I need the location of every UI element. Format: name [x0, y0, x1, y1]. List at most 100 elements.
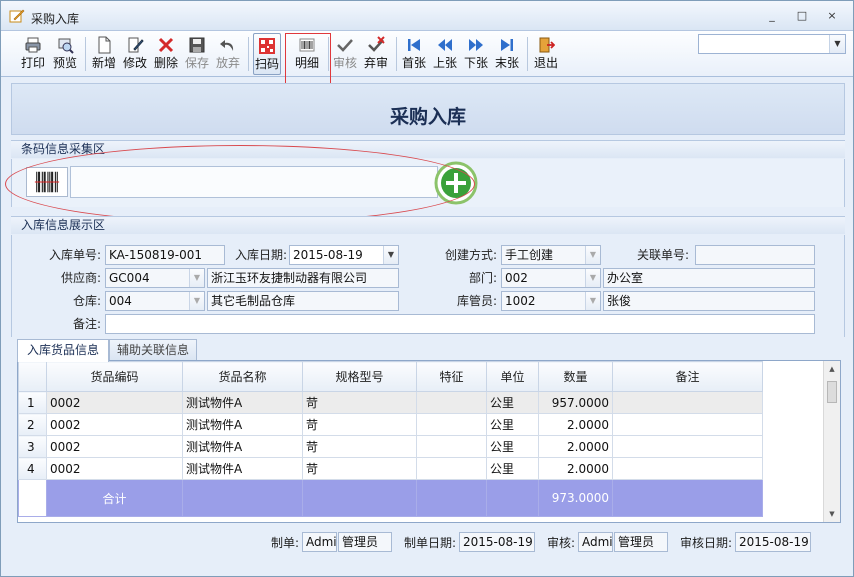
prev-record-button[interactable]: 上张	[431, 33, 459, 75]
cell-unit[interactable]: 公里	[486, 435, 539, 458]
order-no-field[interactable]: KA-150819-001	[105, 245, 225, 265]
discard-button[interactable]: 放弃	[214, 33, 242, 75]
discard-label: 放弃	[215, 56, 240, 70]
cell-code[interactable]: 0002	[46, 391, 183, 414]
preview-button[interactable]: 预览	[51, 33, 79, 75]
cell-name[interactable]: 测试物件A	[182, 435, 303, 458]
cell-qty[interactable]: 2.0000	[538, 413, 613, 436]
auditor-code-field[interactable]: Admi	[578, 532, 613, 552]
cell-feature[interactable]	[416, 435, 487, 458]
maximize-button[interactable]: □	[793, 9, 811, 23]
first-icon	[408, 39, 420, 51]
warehouse-name-field[interactable]: 其它毛制品仓库	[207, 291, 399, 311]
supplier-code-field[interactable]: GC004 ▼	[105, 268, 205, 288]
column-header[interactable]: 货品编码	[46, 361, 183, 392]
minimize-button[interactable]: _	[763, 9, 781, 23]
warehouse-code-field[interactable]: 004 ▼	[105, 291, 205, 311]
table-row[interactable]: 3 0002 测试物件A 苛 公里 2.0000	[18, 435, 763, 458]
make-date-field[interactable]: 2015-08-19	[459, 532, 535, 552]
cell-feature[interactable]	[416, 391, 487, 414]
next-icon	[469, 39, 483, 51]
create-mode-label: 创建方式:	[444, 248, 497, 262]
scroll-up-icon[interactable]: ▲	[824, 361, 840, 377]
cell-qty[interactable]: 2.0000	[538, 435, 613, 458]
cell-remark[interactable]	[612, 391, 763, 414]
cell-name[interactable]: 测试物件A	[182, 413, 303, 436]
chevron-down-icon[interactable]: ▼	[383, 246, 398, 264]
cell-code[interactable]: 0002	[46, 413, 183, 436]
close-button[interactable]: ×	[823, 9, 841, 23]
audit-date-field[interactable]: 2015-08-19	[735, 532, 811, 552]
cell-qty[interactable]: 2.0000	[538, 457, 613, 480]
toolbar: 打印 预览 新增 修改 删除 保存 放弃 扫码 明细 审核 弃审 首张 上张 下…	[1, 31, 853, 77]
column-header[interactable]: 数量	[538, 361, 613, 392]
scan-button[interactable]: 扫码	[253, 33, 281, 75]
cell-unit[interactable]: 公里	[486, 457, 539, 480]
cell-feature[interactable]	[416, 457, 487, 480]
tab-goods-info[interactable]: 入库货品信息	[17, 339, 109, 362]
column-header[interactable]: 货品名称	[182, 361, 303, 392]
vertical-scrollbar[interactable]: ▲ ▼	[823, 361, 840, 522]
exit-button[interactable]: 退出	[532, 33, 560, 75]
unapprove-button[interactable]: 弃审	[362, 33, 390, 75]
cell-spec[interactable]: 苛	[302, 391, 417, 414]
supplier-name-field[interactable]: 浙江玉环友捷制动器有限公司	[207, 268, 399, 288]
column-header[interactable]: 特征	[416, 361, 487, 392]
related-no-field[interactable]	[695, 245, 815, 265]
chevron-down-icon[interactable]: ▼	[585, 292, 600, 310]
cell-feature[interactable]	[416, 413, 487, 436]
cell-name[interactable]: 测试物件A	[182, 457, 303, 480]
new-label: 新增	[91, 56, 116, 70]
column-header[interactable]: 备注	[612, 361, 763, 392]
next-record-button[interactable]: 下张	[462, 33, 490, 75]
cell-unit[interactable]: 公里	[486, 391, 539, 414]
column-header[interactable]: 规格型号	[302, 361, 417, 392]
dept-code-field[interactable]: 002 ▼	[501, 268, 601, 288]
column-header[interactable]: 单位	[486, 361, 539, 392]
scroll-thumb[interactable]	[827, 381, 837, 403]
edit-button[interactable]: 修改	[121, 33, 149, 75]
last-record-button[interactable]: 末张	[493, 33, 521, 75]
cell-code[interactable]: 0002	[46, 435, 183, 458]
chevron-down-icon[interactable]: ▼	[585, 269, 600, 287]
approve-button[interactable]: 审核	[331, 33, 359, 75]
toolbar-combobox[interactable]: ▼	[698, 34, 846, 54]
maker-name-field[interactable]: 管理员	[338, 532, 392, 552]
cell-code[interactable]: 0002	[46, 457, 183, 480]
cell-qty[interactable]: 957.0000	[538, 391, 613, 414]
chevron-down-icon[interactable]: ▼	[585, 246, 600, 264]
maker-code-field[interactable]: Admi	[302, 532, 337, 552]
dept-name-field[interactable]: 办公室	[603, 268, 815, 288]
auditor-name-field[interactable]: 管理员	[614, 532, 668, 552]
save-button[interactable]: 保存	[183, 33, 211, 75]
new-button[interactable]: 新增	[90, 33, 118, 75]
cell-unit[interactable]: 公里	[486, 413, 539, 436]
chevron-down-icon[interactable]: ▼	[189, 269, 204, 287]
cell-spec[interactable]: 苛	[302, 435, 417, 458]
print-button[interactable]: 打印	[19, 33, 47, 75]
date-field[interactable]: 2015-08-19 ▼	[289, 245, 399, 265]
create-mode-field[interactable]: 手工创建 ▼	[501, 245, 601, 265]
remark-label: 备注:	[72, 317, 101, 331]
scroll-down-icon[interactable]: ▼	[824, 506, 840, 522]
delete-button[interactable]: 删除	[152, 33, 180, 75]
keeper-label: 库管员:	[456, 294, 497, 308]
tab-related-info[interactable]: 辅助关联信息	[109, 339, 197, 361]
table-row[interactable]: 2 0002 测试物件A 苛 公里 2.0000	[18, 413, 763, 436]
cell-name[interactable]: 测试物件A	[182, 391, 303, 414]
first-record-button[interactable]: 首张	[400, 33, 428, 75]
chevron-down-icon[interactable]: ▼	[189, 292, 204, 310]
cell-spec[interactable]: 苛	[302, 413, 417, 436]
dept-code-value: 002	[505, 271, 528, 285]
cell-remark[interactable]	[612, 413, 763, 436]
chevron-down-icon[interactable]: ▼	[829, 35, 845, 53]
edit-icon	[128, 37, 144, 53]
remark-field[interactable]	[105, 314, 815, 334]
keeper-code-field[interactable]: 1002 ▼	[501, 291, 601, 311]
cell-remark[interactable]	[612, 435, 763, 458]
table-row[interactable]: 4 0002 测试物件A 苛 公里 2.0000	[18, 457, 763, 480]
cell-remark[interactable]	[612, 457, 763, 480]
table-row[interactable]: 1 0002 测试物件A 苛 公里 957.0000	[18, 391, 763, 414]
cell-spec[interactable]: 苛	[302, 457, 417, 480]
keeper-name-field[interactable]: 张俊	[603, 291, 815, 311]
